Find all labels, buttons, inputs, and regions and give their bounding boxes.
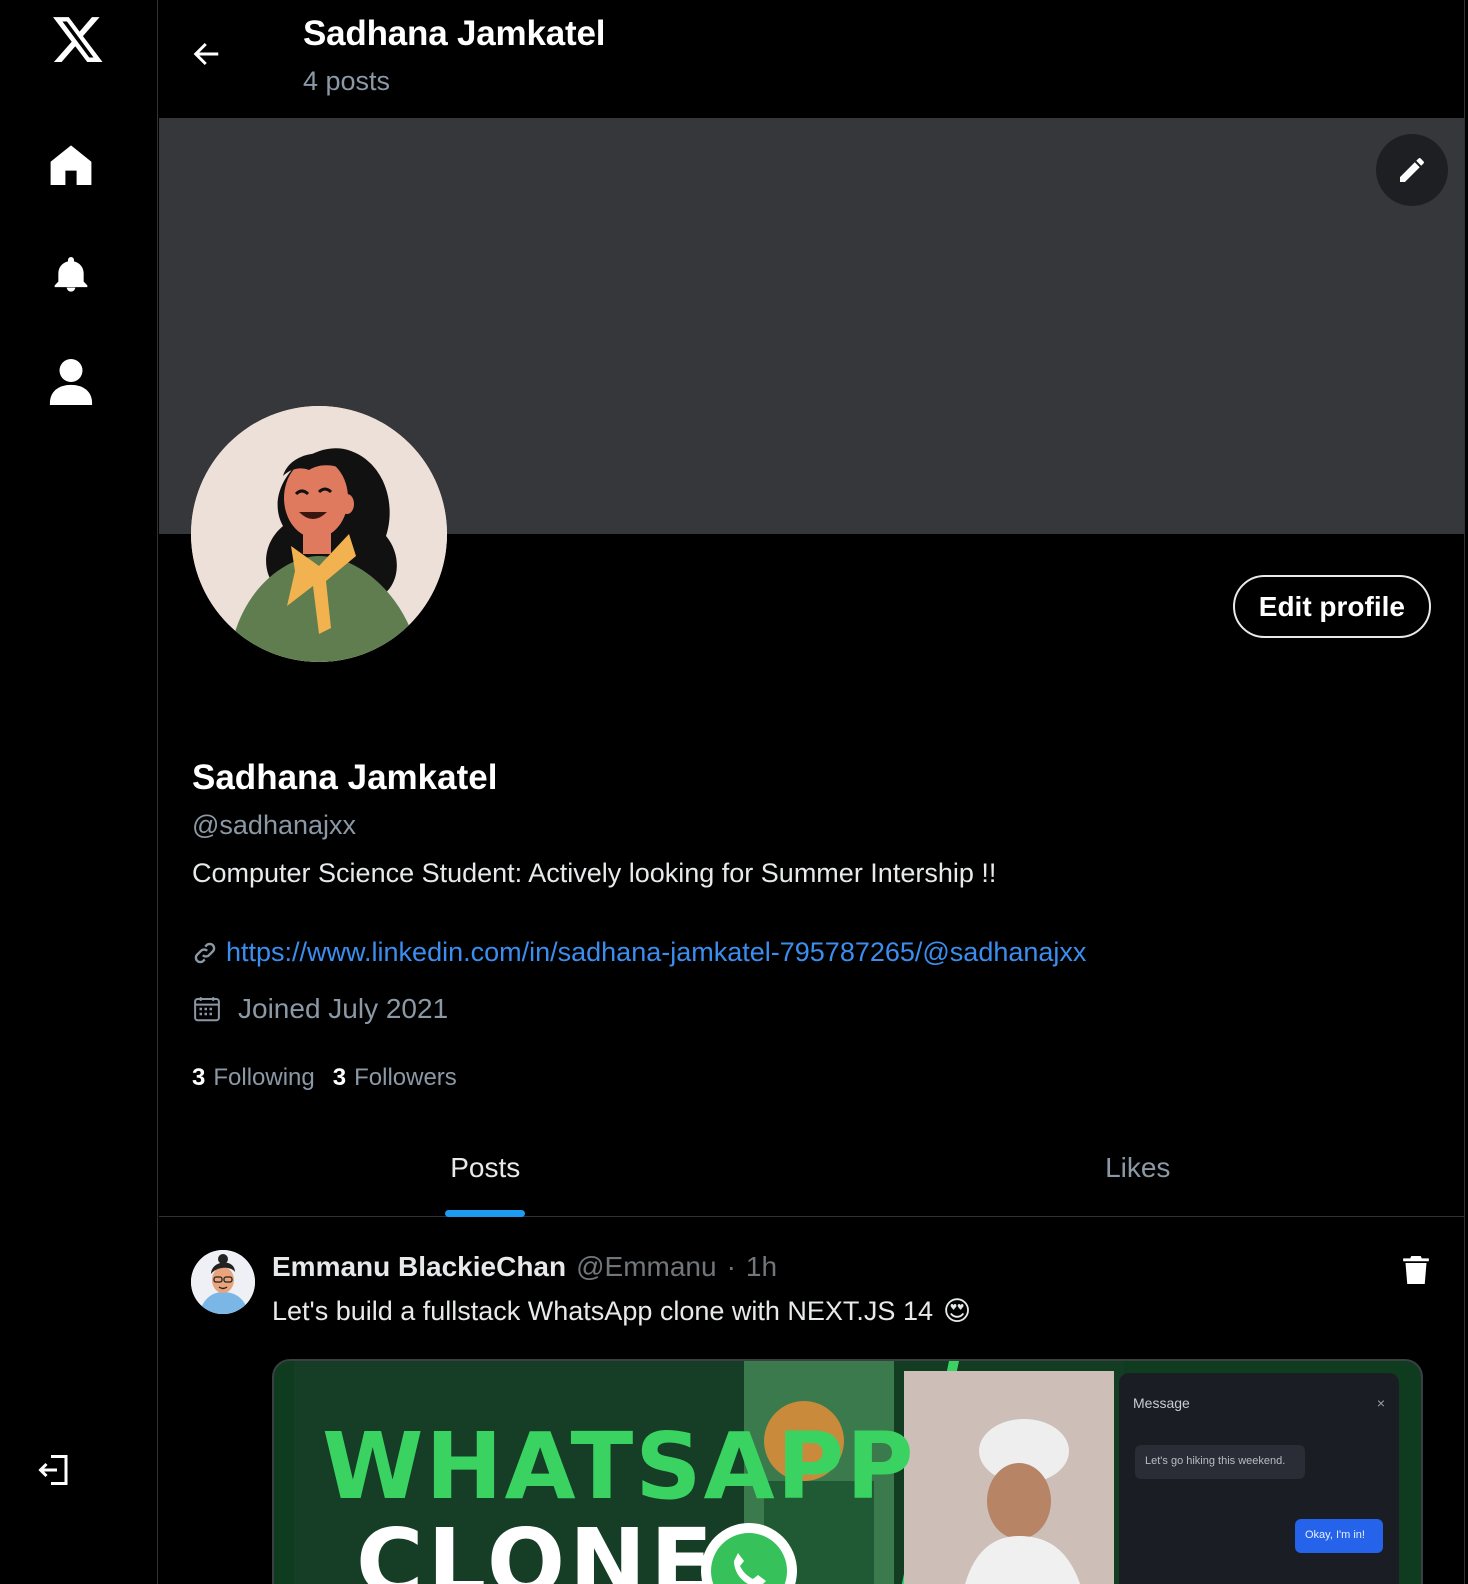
post-separator: · bbox=[726, 1251, 736, 1282]
media-headline-2: CLONE bbox=[356, 1509, 717, 1584]
profile-tabs: Posts Likes bbox=[159, 1128, 1464, 1217]
sidebar-nav bbox=[0, 0, 158, 1584]
heart-eyes-emoji: 😍 bbox=[942, 1296, 972, 1327]
following-count: 3 bbox=[192, 1064, 206, 1091]
following-link[interactable]: 3 Following bbox=[192, 1064, 315, 1092]
following-label: Following bbox=[213, 1064, 315, 1091]
media-thumbnail-left: WHATSAPP CLONE bbox=[294, 1361, 1124, 1584]
followers-count: 3 bbox=[332, 1064, 347, 1091]
post-author-handle[interactable]: @Emmanu bbox=[576, 1251, 716, 1283]
media-panel-close-icon: × bbox=[1376, 1395, 1385, 1411]
followers-link[interactable]: 3 Followers bbox=[333, 1064, 457, 1092]
pencil-icon bbox=[1400, 158, 1424, 182]
profile-header: Sadhana Jamkatel 4 posts bbox=[159, 0, 1464, 118]
active-tab-indicator bbox=[445, 1210, 526, 1217]
profile-avatar[interactable] bbox=[191, 406, 447, 662]
profile-website-link[interactable]: https://www.linkedin.com/in/sadhana-jamk… bbox=[226, 937, 1086, 968]
logout-icon[interactable] bbox=[34, 1450, 74, 1490]
user-icon[interactable] bbox=[46, 354, 96, 410]
profile-handle: @sadhanajxx bbox=[192, 810, 357, 840]
arrow-left-icon bbox=[193, 42, 219, 66]
tab-posts[interactable]: Posts bbox=[159, 1128, 812, 1217]
post-body: Let's build a fullstack WhatsApp clone w… bbox=[272, 1296, 971, 1327]
profile-bio: Computer Science Student: Actively looki… bbox=[192, 858, 997, 888]
post-header: Emmanu BlackieChan @Emmanu · 1h bbox=[272, 1251, 777, 1283]
tab-likes-label: Likes bbox=[1105, 1152, 1171, 1183]
post-author-name[interactable]: Emmanu BlackieChan bbox=[272, 1251, 566, 1283]
bell-icon[interactable] bbox=[48, 250, 94, 300]
edit-banner-button[interactable] bbox=[1376, 134, 1448, 206]
x-logo-icon[interactable] bbox=[48, 10, 108, 68]
post-item[interactable]: Emmanu BlackieChan @Emmanu · 1h Let's bu… bbox=[159, 1218, 1464, 1584]
post-author-avatar[interactable] bbox=[191, 1250, 255, 1314]
profile-stats: 3 Following 3 Followers bbox=[192, 1064, 457, 1092]
back-button[interactable] bbox=[187, 34, 227, 74]
followers-label: Followers bbox=[354, 1064, 457, 1091]
media-headline-1: WHATSAPP bbox=[322, 1413, 916, 1520]
post-text: Let's build a fullstack WhatsApp clone w… bbox=[272, 1296, 933, 1326]
media-outgoing-bubble: Okay, I'm in! bbox=[1295, 1519, 1383, 1553]
media-incoming-bubble: Let's go hiking this weekend. bbox=[1135, 1445, 1305, 1479]
media-message-panel: Message × Let's go hiking this weekend. … bbox=[1119, 1373, 1399, 1584]
header-post-count: 4 posts bbox=[303, 66, 391, 96]
header-title: Sadhana Jamkatel bbox=[303, 14, 606, 53]
post-media-image[interactable]: WHATSAPP CLONE Message × Let's go hiking… bbox=[272, 1359, 1423, 1584]
calendar-icon bbox=[194, 997, 220, 1022]
tab-likes[interactable]: Likes bbox=[812, 1128, 1465, 1217]
profile-joined: Joined July 2021 bbox=[192, 993, 448, 1025]
edit-profile-button[interactable]: Edit profile bbox=[1232, 575, 1431, 638]
joined-date: Joined July 2021 bbox=[238, 993, 449, 1024]
home-icon[interactable] bbox=[44, 138, 98, 192]
profile-website: https://www.linkedin.com/in/sadhana-jamk… bbox=[192, 937, 1086, 968]
media-panel-title: Message bbox=[1133, 1395, 1190, 1411]
post-timestamp: 1h bbox=[745, 1251, 778, 1282]
delete-post-button[interactable] bbox=[1402, 1254, 1432, 1286]
tab-posts-label: Posts bbox=[450, 1152, 521, 1183]
trash-icon bbox=[1403, 1256, 1429, 1284]
profile-display-name: Sadhana Jamkatel bbox=[192, 758, 498, 797]
profile-column: Sadhana Jamkatel 4 posts Edit profile Sa… bbox=[159, 0, 1465, 1584]
link-icon bbox=[194, 942, 216, 963]
